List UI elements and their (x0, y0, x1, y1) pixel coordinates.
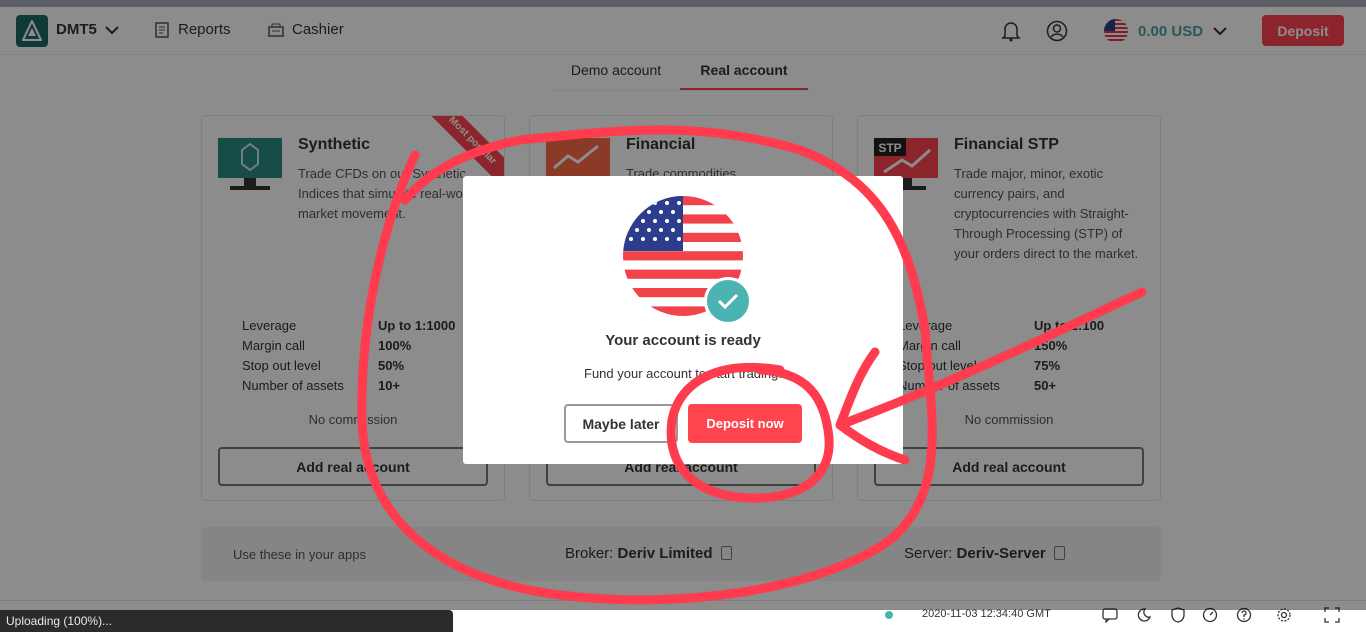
check-icon (704, 277, 752, 325)
uploading-status: Uploading (100%)... (0, 610, 453, 632)
browser-top-strip (0, 0, 1366, 7)
connection-status-dot (885, 611, 893, 619)
maybe-later-button[interactable]: Maybe later (564, 404, 678, 443)
dialog-title: Your account is ready (605, 332, 761, 349)
dialog-subtitle: Fund your account to start trading. (584, 366, 782, 381)
account-ready-dialog: Your account is ready Fund your account … (463, 176, 903, 464)
deposit-now-button[interactable]: Deposit now (688, 404, 802, 443)
